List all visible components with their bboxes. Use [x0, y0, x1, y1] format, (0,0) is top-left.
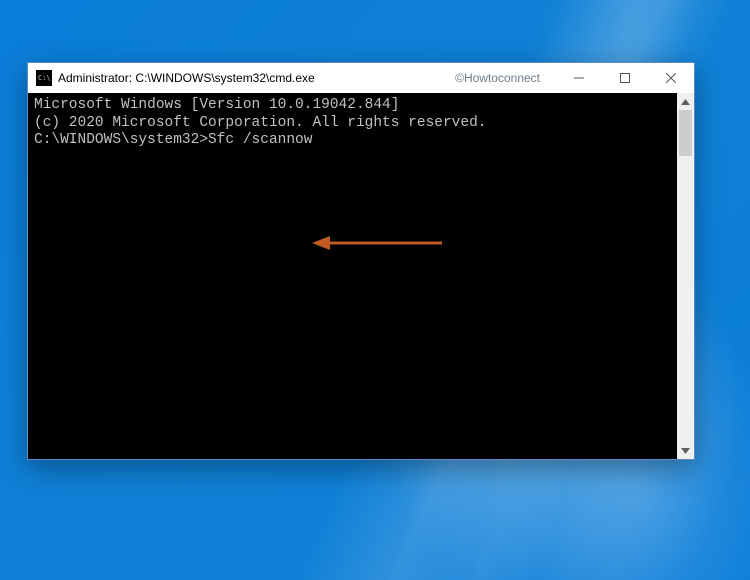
typed-command: Sfc /scannow: [208, 132, 312, 148]
close-button[interactable]: [648, 63, 694, 93]
scroll-thumb[interactable]: [679, 110, 692, 156]
client-area: Microsoft Windows [Version 10.0.19042.84…: [28, 93, 694, 459]
scroll-up-button[interactable]: [677, 93, 694, 110]
console-line: Microsoft Windows [Version 10.0.19042.84…: [34, 97, 671, 115]
titlebar[interactable]: C:\ Administrator: C:\WINDOWS\system32\c…: [28, 63, 694, 93]
maximize-button[interactable]: [602, 63, 648, 93]
svg-text:C:\: C:\: [38, 74, 51, 82]
window-title: Administrator: C:\WINDOWS\system32\cmd.e…: [58, 71, 315, 85]
scroll-down-button[interactable]: [677, 442, 694, 459]
cmd-window: C:\ Administrator: C:\WINDOWS\system32\c…: [27, 62, 695, 460]
close-icon: [666, 73, 676, 83]
watermark-text: ©Howtoconnect: [455, 71, 540, 85]
cmd-icon: C:\: [36, 70, 52, 86]
prompt-path: C:\WINDOWS\system32>: [34, 132, 208, 148]
window-controls: [556, 63, 694, 93]
chevron-up-icon: [681, 99, 690, 105]
chevron-down-icon: [681, 448, 690, 454]
maximize-icon: [620, 73, 630, 83]
minimize-icon: [574, 73, 584, 83]
vertical-scrollbar[interactable]: [677, 93, 694, 459]
scroll-track[interactable]: [677, 110, 694, 442]
console-line: (c) 2020 Microsoft Corporation. All righ…: [34, 115, 671, 133]
console-output[interactable]: Microsoft Windows [Version 10.0.19042.84…: [28, 93, 677, 459]
minimize-button[interactable]: [556, 63, 602, 93]
console-prompt-line: C:\WINDOWS\system32>Sfc /scannow: [34, 132, 671, 150]
